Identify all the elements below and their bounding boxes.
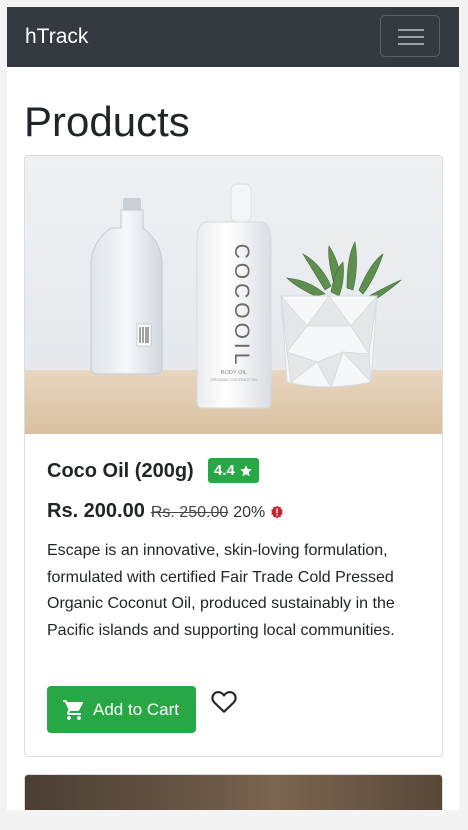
original-price: Rs. 250.00 — [150, 504, 229, 521]
star-icon — [240, 464, 252, 476]
navbar: hTrack — [7, 7, 459, 67]
price-row: Rs. 200.00 Rs. 250.00 20% — [47, 500, 284, 523]
bottle-sub-label: BODY OIL — [221, 370, 247, 376]
heart-icon[interactable] — [211, 690, 237, 714]
product-title[interactable]: Coco Oil (200g) — [47, 459, 194, 483]
page-title: Products — [24, 98, 190, 145]
bottle-sub-label-2: ORGANIC COCONUT OIL — [210, 377, 258, 382]
page: hTrack Products COCOOIL BODY OIL ORGANIC… — [7, 7, 459, 810]
navbar-toggle-button[interactable] — [380, 15, 440, 57]
add-to-cart-label: Add to Cart — [93, 699, 179, 719]
discount-percent: 20% — [233, 504, 266, 521]
hamburger-icon-bar — [398, 43, 424, 45]
rating-value: 4.4 — [214, 462, 235, 479]
hamburger-icon — [398, 29, 424, 31]
product-card-next — [24, 774, 443, 810]
product-image: COCOOIL BODY OIL ORGANIC COCONUT OIL — [25, 156, 442, 434]
rating-badge: 4.4 — [208, 458, 259, 483]
hamburger-icon-bar — [398, 36, 424, 38]
bottle-label: COCOOIL — [230, 244, 253, 369]
add-to-cart-button[interactable]: Add to Cart — [47, 686, 196, 733]
product-card: COCOOIL BODY OIL ORGANIC COCONUT OIL Coc… — [24, 155, 443, 757]
alert-badge-icon — [271, 505, 284, 518]
product-price: Rs. 200.00 — [47, 500, 145, 522]
product-description: Escape is an innovative, skin-loving for… — [47, 542, 395, 639]
brand-link[interactable]: hTrack — [25, 24, 88, 50]
cart-icon — [63, 699, 83, 720]
